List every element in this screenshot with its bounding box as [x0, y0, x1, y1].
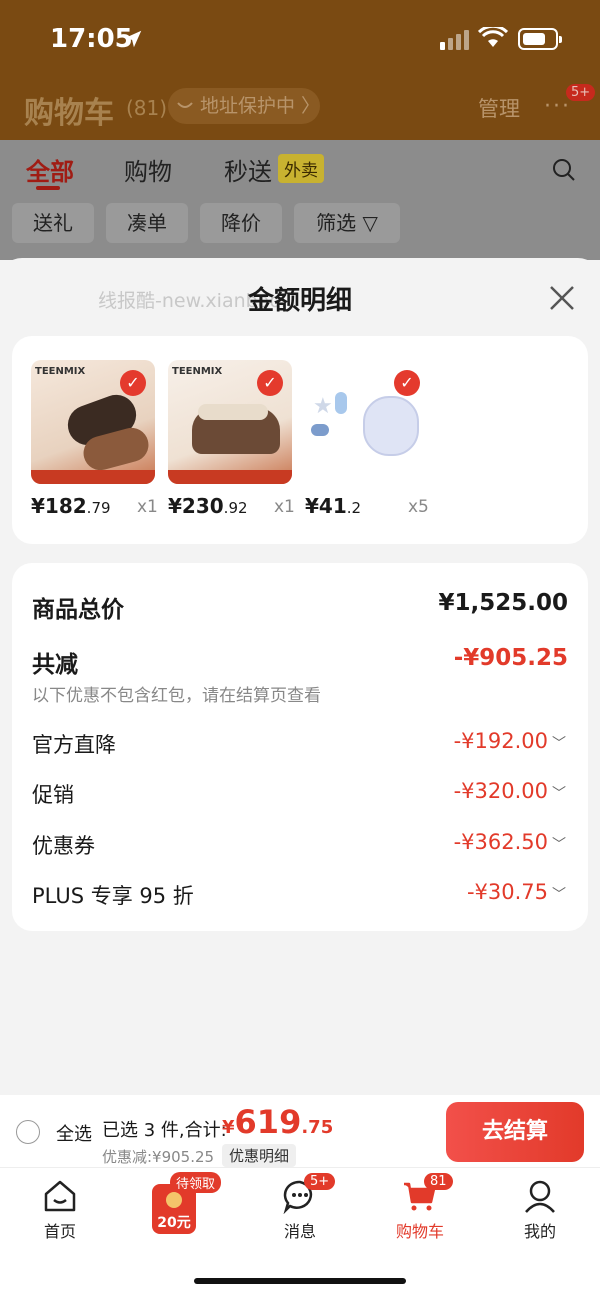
price-integer: ¥182 — [31, 494, 87, 518]
tab-express[interactable]: 秒送 — [224, 152, 272, 187]
home-indicator — [194, 1278, 406, 1284]
discount-value[interactable]: -¥320.00 — [454, 779, 548, 803]
product-price: ¥41.2 — [305, 494, 361, 518]
total-label: 商品总价 — [32, 597, 124, 623]
total-value: ¥1,525.00 — [438, 590, 569, 616]
price-decimal: .79 — [86, 499, 111, 517]
chevron-down-icon[interactable]: ﹀ — [552, 884, 566, 904]
price-integer: ¥230 — [168, 494, 224, 518]
price-decimal: .92 — [223, 499, 248, 517]
selected-info: 已选 3 件,合计: — [102, 1120, 227, 1141]
manage-button[interactable]: 管理 — [478, 93, 520, 123]
nav-cart-label[interactable]: 购物车 — [380, 1218, 460, 1242]
price-decimal: .2 — [346, 499, 362, 517]
shoe-fur — [198, 404, 268, 420]
discount-value[interactable]: -¥30.75 — [467, 880, 548, 904]
discount-label: PLUS 专享 95 折 — [32, 884, 194, 908]
discount-value[interactable]: -¥192.00 — [454, 729, 548, 753]
starfish-charm: ★ — [313, 394, 333, 419]
red-packet-amount: 20元 — [157, 1215, 191, 1231]
discount-label: 官方直降 — [32, 733, 116, 757]
cart-count: (81) — [126, 96, 168, 120]
cart-badge: 81 — [424, 1173, 453, 1190]
address-protection-label: 地址保护中 〉 — [200, 95, 321, 117]
tab-shopping[interactable]: 购物 — [124, 152, 172, 187]
chevron-down-icon[interactable]: ﹀ — [552, 834, 566, 854]
filter-bundle[interactable]: 凑单 — [106, 203, 188, 243]
tab-all[interactable]: 全部 — [26, 152, 74, 187]
product-qty: x1 — [137, 497, 158, 517]
filter-label: 筛选 — [316, 211, 357, 235]
filter-gift[interactable]: 送礼 — [12, 203, 94, 243]
sheet-title: 金额明细 — [247, 286, 352, 316]
address-protection-button[interactable]: 地址保护中 〉 — [168, 88, 320, 124]
nav-me-label[interactable]: 我的 — [500, 1218, 580, 1242]
filter-price-drop[interactable]: 降价 — [200, 203, 282, 243]
close-icon[interactable] — [548, 284, 576, 312]
shield-icon — [177, 102, 193, 108]
nav-home-label[interactable]: 首页 — [20, 1218, 100, 1242]
selected-check-icon[interactable]: ✓ — [394, 370, 420, 396]
total-amount: ¥619.75 — [222, 1103, 333, 1141]
cellular-signal-icon — [440, 30, 472, 50]
product-brand: TEENMIX — [172, 366, 223, 377]
selected-check-icon[interactable]: ✓ — [120, 370, 146, 396]
whale-charm — [311, 424, 329, 436]
select-all-label[interactable]: 全选 — [56, 1120, 92, 1146]
select-all-checkbox[interactable] — [16, 1120, 40, 1144]
discount-value[interactable]: -¥362.50 — [454, 830, 548, 854]
nav-messages-label[interactable]: 消息 — [260, 1218, 340, 1242]
search-icon[interactable] — [552, 158, 576, 182]
discount-detail-button[interactable]: 优惠明细 — [222, 1144, 297, 1167]
wifi-icon — [478, 27, 508, 47]
promo-strip — [31, 470, 155, 484]
chevron-down-icon[interactable]: ﹀ — [552, 783, 566, 803]
messages-badge: 5+ — [304, 1173, 336, 1190]
product-brand: TEENMIX — [35, 366, 86, 377]
reduce-label: 共减 — [32, 652, 78, 678]
takeout-badge: 外卖 — [278, 154, 324, 183]
product-qty: x5 — [408, 497, 429, 517]
total-decimal: .75 — [301, 1117, 334, 1138]
discount-label: 促销 — [32, 783, 74, 807]
chevron-down-icon[interactable]: ﹀ — [552, 733, 566, 753]
discount-label: 优惠券 — [32, 834, 95, 858]
bottle-charm — [335, 392, 347, 414]
battery-icon — [518, 28, 562, 50]
funnel-icon: ▽ — [362, 211, 378, 235]
promo-strip — [168, 470, 292, 484]
checkout-button[interactable]: 去结算 — [446, 1102, 584, 1162]
product-qty: x1 — [274, 497, 295, 517]
red-packet-badge: 待领取 — [170, 1172, 222, 1193]
page-title: 购物车 — [24, 96, 114, 131]
profile-icon[interactable] — [522, 1178, 558, 1214]
discount-note: 以下优惠不包含红包，请在结算页查看 — [32, 686, 321, 706]
clog-image — [363, 396, 419, 456]
coin-icon — [166, 1192, 182, 1208]
filter-button[interactable]: 筛选 ▽ — [294, 203, 400, 243]
currency-symbol: ¥ — [222, 1117, 235, 1138]
reduce-value: -¥905.25 — [453, 645, 568, 671]
tab-active-indicator — [36, 186, 60, 190]
discount-amount: 优惠减:¥905.25 — [102, 1148, 215, 1166]
location-arrow-icon — [124, 30, 142, 48]
status-time: 17:05 — [50, 24, 133, 54]
product-price: ¥230.92 — [168, 494, 248, 518]
total-integer: 619 — [234, 1103, 302, 1141]
more-badge: 5+ — [566, 84, 596, 101]
home-icon[interactable] — [42, 1178, 78, 1214]
product-price: ¥182.79 — [31, 494, 111, 518]
selected-check-icon[interactable]: ✓ — [257, 370, 283, 396]
price-integer: ¥41 — [305, 494, 347, 518]
